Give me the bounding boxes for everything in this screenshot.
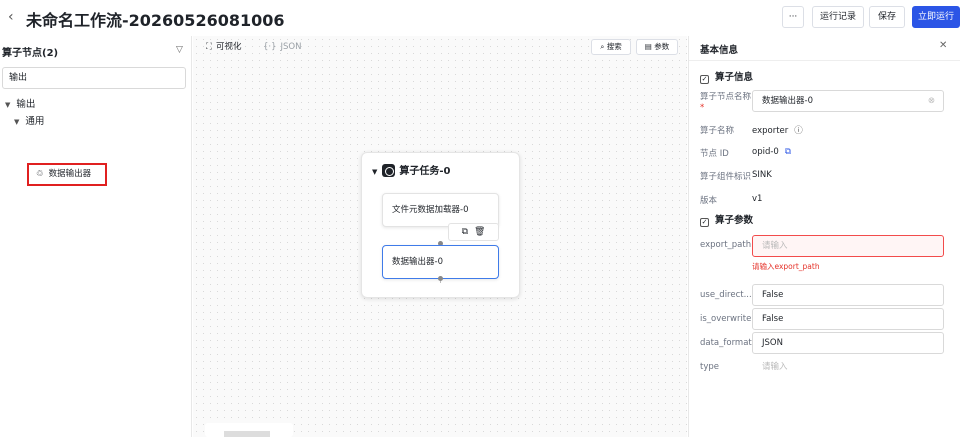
visual-icon: ⛶ [206,42,212,52]
node-file-loader[interactable]: 文件元数据加载器-0 [382,193,499,227]
operator-icon: ♲ [36,169,44,179]
tree-item-data-exporter[interactable]: ♲ 数据输出器 [27,163,107,186]
run-record-button[interactable]: 运行记录 [812,6,864,28]
collapse-icon: ✓ [700,218,709,227]
filter-icon[interactable]: ▽ [176,45,183,55]
use-direct-input[interactable]: False [752,284,944,306]
tree-item-general[interactable]: ▼ 通用 [14,113,44,127]
version-value: v1 [752,194,763,204]
params-button[interactable]: ▤ 参数 [636,39,678,55]
data-format-input[interactable]: JSON [752,332,944,354]
sidebar-title: 算子节点(2) [2,48,59,59]
operator-search-input[interactable]: 输出 [2,67,186,89]
minimap[interactable] [205,423,293,437]
param-label: data_format [700,338,752,348]
canvas-search-button[interactable]: ⌕ 搜索 [591,39,631,55]
task-group[interactable]: ▼ 算子任务-0 文件元数据加载器-0 ⧉ 🗑 数据输出器-0 [361,152,520,298]
node-data-exporter[interactable]: 数据输出器-0 [382,245,499,279]
param-label: use_direct... [700,290,752,300]
task-group-title[interactable]: ▼ 算子任务-0 [372,162,451,177]
search-icon: ⌕ [600,42,607,51]
close-icon[interactable]: ✕ [939,40,947,51]
doc-icon: ▤ [644,42,655,51]
is-overwrite-input[interactable]: False [752,308,944,330]
node-actions: ⧉ 🗑 [448,223,499,241]
param-label: is_overwrite [700,314,752,324]
node-id-label: 节点 ID [700,149,729,159]
tab-json[interactable]: {·} JSON [263,39,301,55]
panel-title: 基本信息 [700,45,739,56]
section-params[interactable]: ✓ 算子参数 [700,212,753,227]
node-name-label: 算子节点名称* [700,92,752,113]
more-button[interactable]: ··· [782,6,804,28]
help-icon[interactable]: ⓘ [794,126,803,136]
param-label: type [700,362,719,372]
copy-icon[interactable]: ⧉ [462,227,468,237]
collapse-icon: ✓ [700,75,709,84]
tab-visual[interactable]: ⛶ 可视化 [206,39,241,55]
workflow-canvas[interactable]: ⛶ 可视化 {·} JSON ⌕ 搜索 ▤ 参数 ▼ 算子任务-0 文件元数据加载器-… [193,36,687,437]
component-label: 算子组件标识 [700,172,752,182]
properties-panel: 基本信息 ✕ ✓ 算子信息 算子节点名称* 数据输出器-0 ⊗ 算子名称 expor… [688,36,960,437]
workflow-title: 未命名工作流-20260526081006 [26,11,285,30]
back-icon[interactable]: ‹ [8,9,14,25]
port-out[interactable] [438,276,443,281]
export-path-input[interactable]: 请输入 [752,235,944,257]
node-name-input[interactable]: 数据输出器-0 ⊗ [752,90,944,112]
operator-sidebar: 算子节点(2) ▽ 输出 ▼ 输出 ▼ 通用 ♲ 数据输出器 [0,36,192,437]
op-name-label: 算子名称 [700,126,735,136]
divider [689,60,960,61]
delete-icon[interactable]: 🗑 [474,227,485,237]
tree-item-output[interactable]: ▼ 输出 [5,96,35,110]
component-value: SINK [752,170,772,180]
type-input[interactable]: 请输入 [752,356,944,378]
code-icon: {·} [263,42,277,52]
caret-down-icon: ▼ [372,168,378,176]
op-name-value: exporter ⓘ [752,126,803,136]
section-operator-info[interactable]: ✓ 算子信息 [700,69,753,84]
node-id-value: opid-0 ⧉ [752,147,791,157]
version-label: 版本 [700,196,718,206]
minimap-viewport [224,431,270,437]
clear-icon[interactable]: ⊗ [928,91,935,111]
task-icon [382,164,396,177]
top-bar: ‹ 未命名工作流-20260526081006 ··· 运行记录 保存 立即运行 [0,0,960,36]
export-path-error: 请输入export_path [752,262,820,271]
param-label: export_path [700,240,752,250]
caret-down-icon: ▼ [5,101,11,109]
copy-icon[interactable]: ⧉ [785,147,791,157]
caret-down-icon: ▼ [14,118,20,126]
save-button[interactable]: 保存 [869,6,905,28]
run-now-button[interactable]: 立即运行 [912,6,960,28]
